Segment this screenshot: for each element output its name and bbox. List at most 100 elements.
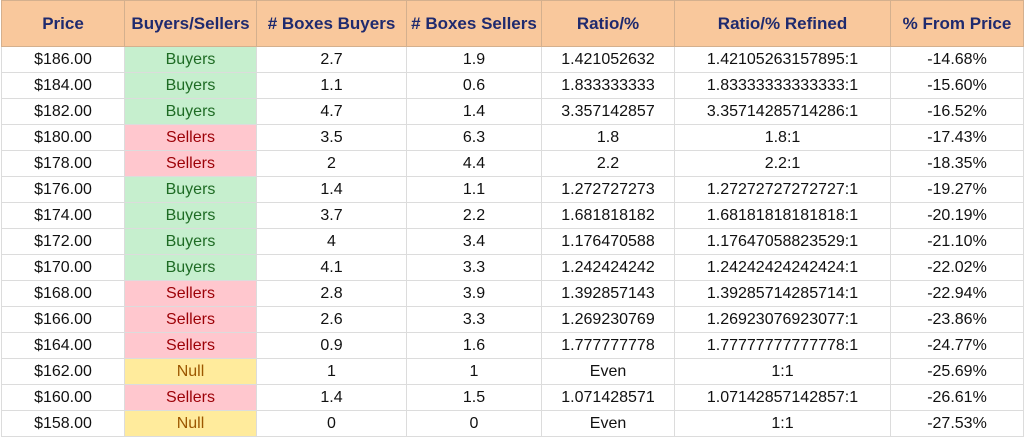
ratio-refined-cell: 1:1 — [674, 410, 891, 437]
price-cell: $172.00 — [1, 228, 125, 255]
ratio-refined-cell: 1.07142857142857:1 — [674, 384, 891, 411]
from-price-cell: -22.94% — [890, 280, 1024, 307]
ratio-cell: 1.777777778 — [541, 332, 675, 359]
from-price-cell: -20.19% — [890, 202, 1024, 229]
ratio-cell: 3.357142857 — [541, 98, 675, 125]
price-cell: $170.00 — [1, 254, 125, 281]
table-row: $160.00 Sellers 1.4 1.5 1.071428571 1.0714285… — [1, 384, 1024, 411]
table-row: $176.00 Buyers 1.4 1.1 1.272727273 1.27272727… — [1, 176, 1024, 203]
boxes-sellers-cell: 0.6 — [406, 72, 542, 99]
boxes-sellers-cell: 0 — [406, 410, 542, 437]
boxes-buyers-cell: 0.9 — [256, 332, 407, 359]
ratio-refined-cell: 1.68181818181818:1 — [674, 202, 891, 229]
ratio-cell: Even — [541, 358, 675, 385]
table-row: $178.00 Sellers 2 4.4 2.2 2.2:1 -18.35% — [1, 150, 1024, 177]
ratio-cell: 1.833333333 — [541, 72, 675, 99]
table-row: $186.00 Buyers 2.7 1.9 1.421052632 1.42105263… — [1, 46, 1024, 73]
table-row: $184.00 Buyers 1.1 0.6 1.833333333 1.83333333… — [1, 72, 1024, 99]
ratio-cell: 1.272727273 — [541, 176, 675, 203]
header-boxes-buyers: # Boxes Buyers — [256, 0, 407, 47]
ratio-refined-cell: 1.83333333333333:1 — [674, 72, 891, 99]
from-price-cell: -16.52% — [890, 98, 1024, 125]
signal-cell: Sellers — [124, 150, 257, 177]
boxes-buyers-cell: 1.1 — [256, 72, 407, 99]
header-buyers-sellers: Buyers/Sellers — [124, 0, 257, 47]
signal-cell: Buyers — [124, 46, 257, 73]
table-row: $158.00 Null 0 0 Even 1:1 -27.53% — [1, 410, 1024, 437]
header-ratio-refined: Ratio/% Refined — [674, 0, 891, 47]
boxes-sellers-cell: 4.4 — [406, 150, 542, 177]
from-price-cell: -23.86% — [890, 306, 1024, 333]
signal-cell: Sellers — [124, 332, 257, 359]
from-price-cell: -17.43% — [890, 124, 1024, 151]
boxes-buyers-cell: 2.6 — [256, 306, 407, 333]
ratio-refined-cell: 1.39285714285714:1 — [674, 280, 891, 307]
signal-cell: Buyers — [124, 72, 257, 99]
price-cell: $180.00 — [1, 124, 125, 151]
from-price-cell: -25.69% — [890, 358, 1024, 385]
ratio-refined-cell: 1.17647058823529:1 — [674, 228, 891, 255]
header-from-price: % From Price — [890, 0, 1024, 47]
ratio-cell: 1.8 — [541, 124, 675, 151]
price-cell: $174.00 — [1, 202, 125, 229]
signal-cell: Buyers — [124, 202, 257, 229]
boxes-buyers-cell: 2 — [256, 150, 407, 177]
boxes-sellers-cell: 1 — [406, 358, 542, 385]
ratio-refined-cell: 1.26923076923077:1 — [674, 306, 891, 333]
signal-cell: Buyers — [124, 254, 257, 281]
ratio-cell: 2.2 — [541, 150, 675, 177]
from-price-cell: -27.53% — [890, 410, 1024, 437]
boxes-buyers-cell: 0 — [256, 410, 407, 437]
ratio-refined-cell: 3.35714285714286:1 — [674, 98, 891, 125]
ratio-refined-cell: 2.2:1 — [674, 150, 891, 177]
price-cell: $186.00 — [1, 46, 125, 73]
boxes-sellers-cell: 3.4 — [406, 228, 542, 255]
boxes-sellers-cell: 1.9 — [406, 46, 542, 73]
signal-cell: Buyers — [124, 176, 257, 203]
boxes-sellers-cell: 1.4 — [406, 98, 542, 125]
from-price-cell: -19.27% — [890, 176, 1024, 203]
price-levels-table: Price Buyers/Sellers # Boxes Buyers # Bo… — [1, 0, 1024, 437]
ratio-cell: 1.269230769 — [541, 306, 675, 333]
signal-cell: Sellers — [124, 306, 257, 333]
signal-cell: Sellers — [124, 124, 257, 151]
ratio-cell: 1.176470588 — [541, 228, 675, 255]
from-price-cell: -22.02% — [890, 254, 1024, 281]
price-cell: $178.00 — [1, 150, 125, 177]
price-cell: $184.00 — [1, 72, 125, 99]
from-price-cell: -26.61% — [890, 384, 1024, 411]
from-price-cell: -21.10% — [890, 228, 1024, 255]
ratio-cell: 1.071428571 — [541, 384, 675, 411]
header-boxes-sellers: # Boxes Sellers — [406, 0, 542, 47]
ratio-refined-cell: 1.27272727272727:1 — [674, 176, 891, 203]
boxes-buyers-cell: 1.4 — [256, 176, 407, 203]
signal-cell: Buyers — [124, 98, 257, 125]
boxes-buyers-cell: 4 — [256, 228, 407, 255]
ratio-cell: 1.392857143 — [541, 280, 675, 307]
boxes-sellers-cell: 3.9 — [406, 280, 542, 307]
ratio-cell: 1.421052632 — [541, 46, 675, 73]
from-price-cell: -15.60% — [890, 72, 1024, 99]
table-row: $174.00 Buyers 3.7 2.2 1.681818182 1.68181818… — [1, 202, 1024, 229]
boxes-buyers-cell: 3.5 — [256, 124, 407, 151]
price-cell: $176.00 — [1, 176, 125, 203]
signal-cell: Sellers — [124, 384, 257, 411]
ratio-refined-cell: 1.8:1 — [674, 124, 891, 151]
ratio-refined-cell: 1.42105263157895:1 — [674, 46, 891, 73]
table-row: $166.00 Sellers 2.6 3.3 1.269230769 1.2692307… — [1, 306, 1024, 333]
table-row: $168.00 Sellers 2.8 3.9 1.392857143 1.3928571… — [1, 280, 1024, 307]
boxes-buyers-cell: 4.7 — [256, 98, 407, 125]
header-ratio: Ratio/% — [541, 0, 675, 47]
table-row: $164.00 Sellers 0.9 1.6 1.777777778 1.7777777… — [1, 332, 1024, 359]
ratio-cell: 1.242424242 — [541, 254, 675, 281]
boxes-buyers-cell: 4.1 — [256, 254, 407, 281]
header-price: Price — [1, 0, 125, 47]
table-row: $172.00 Buyers 4 3.4 1.176470588 1.1764705882… — [1, 228, 1024, 255]
table-row: $170.00 Buyers 4.1 3.3 1.242424242 1.24242424… — [1, 254, 1024, 281]
boxes-buyers-cell: 1 — [256, 358, 407, 385]
price-cell: $182.00 — [1, 98, 125, 125]
boxes-sellers-cell: 1.5 — [406, 384, 542, 411]
table-row: $180.00 Sellers 3.5 6.3 1.8 1.8:1 -17.43% — [1, 124, 1024, 151]
boxes-buyers-cell: 2.8 — [256, 280, 407, 307]
price-cell: $160.00 — [1, 384, 125, 411]
